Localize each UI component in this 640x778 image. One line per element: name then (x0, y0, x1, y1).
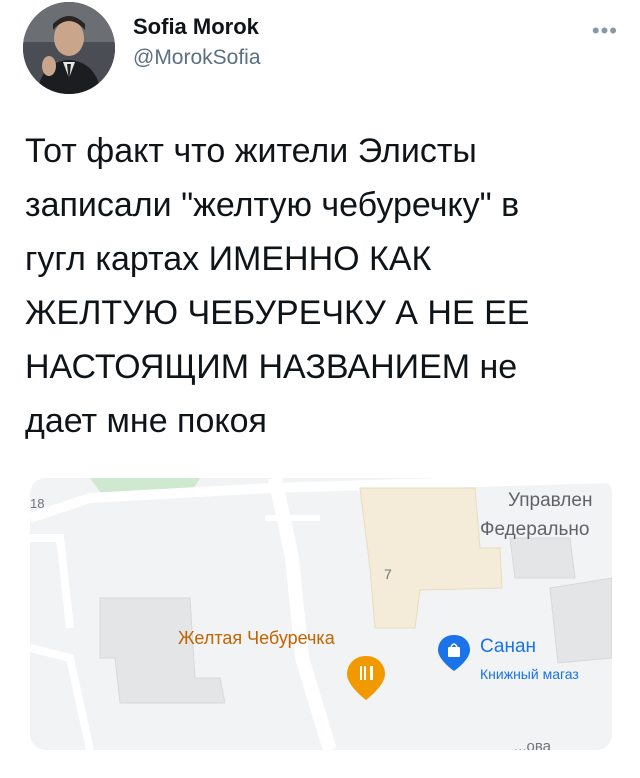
map-label-federalno: Федерально (480, 519, 590, 540)
map-label-bookstore: Книжный магаз (480, 666, 579, 682)
author-avatar[interactable] (23, 2, 115, 94)
avatar-image (23, 2, 115, 94)
map-preview[interactable]: 18 7 Управлен Федерально Желтая Чебуречк… (30, 478, 612, 750)
author-name[interactable]: Sofia Morok (133, 14, 259, 40)
map-label-number: 7 (384, 566, 392, 582)
map-label-cheburechka[interactable]: Желтая Чебуречка (178, 628, 335, 649)
map-label-upravlenie: Управлен (508, 490, 593, 511)
tweet-text: Тот факт что жители Элисты записали "жел… (25, 132, 530, 440)
map-building (549, 577, 612, 664)
author-handle[interactable]: @MorokSofia (133, 46, 261, 70)
map-building (509, 537, 576, 579)
map-label-street: ...ова (514, 738, 551, 750)
map-label-sanan[interactable]: Санан (480, 636, 536, 658)
map-label-number: 18 (30, 496, 45, 511)
more-horizontal-icon[interactable]: ••• (592, 18, 618, 44)
